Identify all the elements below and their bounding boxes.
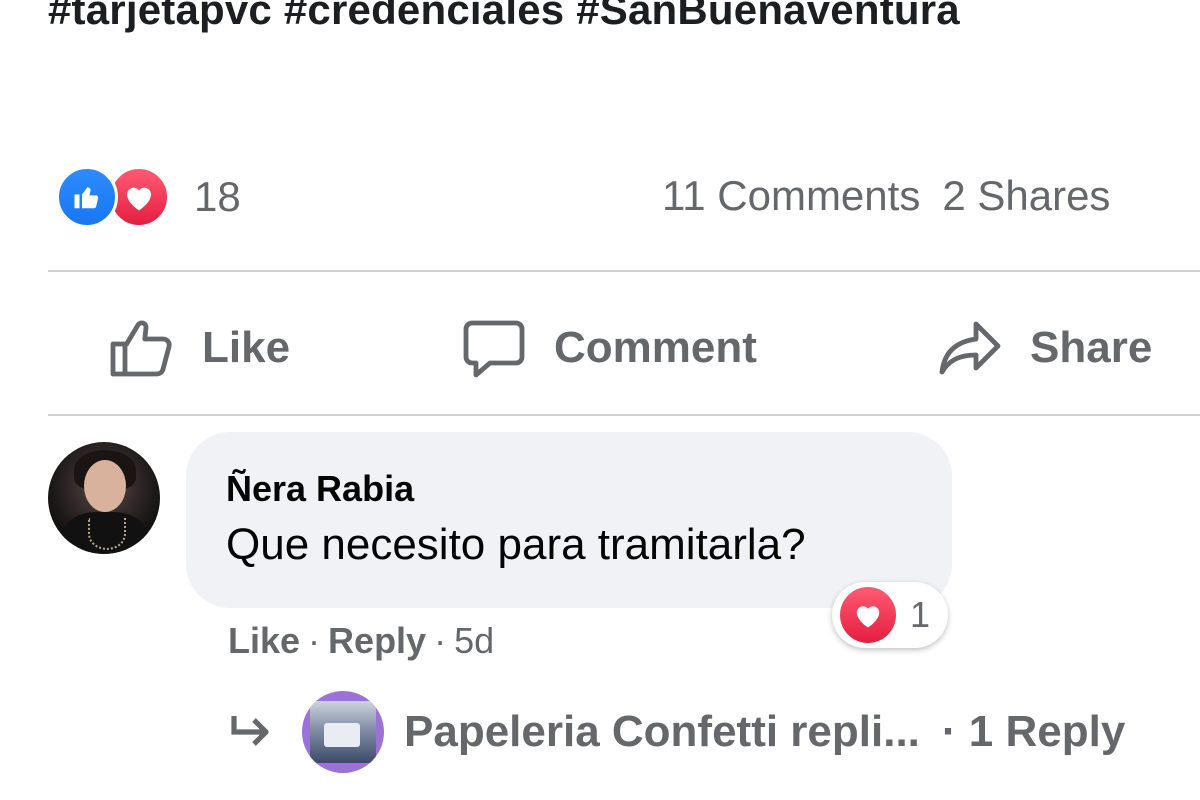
comment-bubble: Ñera Rabia Que necesito para tramitarla? xyxy=(186,432,952,608)
divider xyxy=(48,270,1200,272)
post-hashtags[interactable]: #tarjetapvc #credenciales #SanBuenaventu… xyxy=(48,0,960,34)
comment-text: Que necesito para tramitarla? xyxy=(226,520,806,569)
share-button-label: Share xyxy=(1030,323,1153,372)
avatar-necklace xyxy=(88,518,126,550)
comment-author[interactable]: Ñera Rabia xyxy=(226,468,952,510)
reaction-count: 18 xyxy=(194,173,241,220)
avatar-face xyxy=(84,460,126,512)
comment-timestamp[interactable]: 5d xyxy=(454,620,494,661)
reply-arrow-icon xyxy=(231,716,269,746)
meta-separator: · xyxy=(434,620,447,661)
engagement-counts: 11 Comments 2 Shares xyxy=(662,172,1132,220)
comment-reaction-count: 1 xyxy=(910,594,931,635)
shares-count-link[interactable]: 2 Shares xyxy=(942,172,1110,219)
comment-button[interactable]: Comment xyxy=(462,300,757,396)
thumbs-up-icon xyxy=(110,320,172,377)
comment-button-label: Comment xyxy=(554,323,757,372)
divider xyxy=(48,414,1200,416)
reply-count[interactable]: · 1 Reply xyxy=(942,707,1125,757)
share-arrow-icon xyxy=(939,321,1001,375)
share-button[interactable]: Share xyxy=(938,300,1152,396)
comment-reaction-badge[interactable]: 1 xyxy=(832,582,949,648)
love-reaction-icon xyxy=(840,587,896,643)
like-reaction-icon xyxy=(56,166,118,228)
replier-avatar xyxy=(302,691,384,773)
reply-thread-row[interactable]: Papeleria Confetti repli... · 1 Reply xyxy=(228,688,1125,776)
like-button[interactable]: Like xyxy=(108,300,290,396)
comments-count-link[interactable]: 11 Comments xyxy=(662,172,920,219)
reactions-summary[interactable]: 18 xyxy=(56,164,241,230)
comment-meta: Like · Reply · 5d xyxy=(228,620,494,662)
post-action-bar: Like Comment Share xyxy=(0,300,1200,396)
reply-thread-text[interactable]: Papeleria Confetti repli... xyxy=(404,707,920,757)
speech-bubble-icon xyxy=(463,320,525,378)
comment-like-link[interactable]: Like xyxy=(228,620,300,661)
comment-reply-link[interactable]: Reply xyxy=(328,620,426,661)
like-button-label: Like xyxy=(202,323,291,372)
commenter-avatar[interactable] xyxy=(48,442,160,554)
meta-separator: · xyxy=(308,620,321,661)
